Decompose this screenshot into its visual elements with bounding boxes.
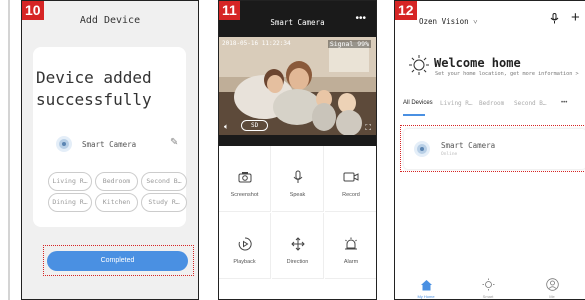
control-label: Alarm <box>343 259 359 265</box>
room-chip-living[interactable]: Living R… <box>48 172 92 191</box>
alarm-icon <box>325 237 376 256</box>
nav-label: My Home <box>417 294 435 299</box>
device-name: Smart Camera <box>82 140 137 149</box>
tab-second-bedroom[interactable]: Second B… <box>514 100 547 107</box>
room-chip-bedroom[interactable]: Bedroom <box>95 172 138 191</box>
video-timestamp: 2018-05-16 11:22:34 <box>222 40 291 47</box>
step-badge: 11 <box>219 1 240 20</box>
control-label: Record <box>342 192 360 198</box>
speaker-icon[interactable]: 🔈︎ <box>224 122 229 132</box>
home-devices-screen: 12 Ozen Vision ˅ + Welcome home Set your… <box>394 0 585 300</box>
profile-icon <box>545 278 559 295</box>
home-name: Ozen Vision <box>419 17 469 26</box>
control-label: Screenshot <box>230 192 259 198</box>
page-title: Smart Camera <box>270 18 325 27</box>
nav-label: Smart <box>482 294 494 299</box>
location-prompt-link[interactable]: Set your home location, get more informa… <box>435 71 579 77</box>
fullscreen-icon[interactable]: ⛶ <box>365 123 371 133</box>
control-label: Playback <box>233 259 256 265</box>
tab-all-devices[interactable]: All Devices <box>403 100 433 106</box>
live-video-feed[interactable]: 2018-05-16 11:22:34 Signal 99% 🔈︎ SD ⛶ <box>219 37 376 135</box>
direction-icon <box>272 237 323 256</box>
tab-living-room[interactable]: Living R… <box>440 100 473 107</box>
video-record-icon <box>325 170 376 188</box>
home-icon <box>420 278 433 295</box>
tabs-more-icon[interactable]: ••• <box>561 100 567 106</box>
video-controls: 🔈︎ SD ⛶ <box>219 117 376 135</box>
control-playback[interactable]: Playback <box>219 213 271 279</box>
control-record[interactable]: Record <box>325 146 376 212</box>
control-alarm[interactable]: Alarm <box>325 213 376 279</box>
weather-sun-icon <box>408 54 430 81</box>
home-selector[interactable]: Ozen Vision ˅ <box>419 17 477 26</box>
add-device-icon[interactable]: + <box>571 9 580 26</box>
microphone-icon <box>272 170 323 189</box>
highlight-box <box>400 125 585 172</box>
camera-icon <box>219 170 270 188</box>
control-screenshot[interactable]: Screenshot <box>219 146 271 212</box>
left-margin-rule <box>8 0 10 300</box>
page-title: Add Device <box>79 15 141 26</box>
room-chip-study[interactable]: Study R… <box>141 193 187 212</box>
room-chip-dining[interactable]: Dining R… <box>48 193 92 212</box>
active-tab-indicator <box>403 114 425 116</box>
control-direction[interactable]: Direction <box>272 213 324 279</box>
control-label: Speak <box>289 192 306 198</box>
control-speak[interactable]: Speak <box>272 146 324 212</box>
microphone-icon[interactable] <box>550 13 559 27</box>
camera-device-icon <box>56 136 72 152</box>
welcome-title: Welcome home <box>434 56 521 70</box>
control-label: Direction <box>286 259 309 265</box>
signal-indicator: Signal 99% <box>327 40 371 48</box>
chevron-down-icon: ˅ <box>473 17 478 26</box>
step-badge: 12 <box>395 1 417 20</box>
more-menu-icon[interactable]: ••• <box>355 13 366 24</box>
add-device-screen: 10 Add Device Device added successfully … <box>21 0 199 300</box>
room-chip-kitchen[interactable]: Kitchen <box>95 193 138 212</box>
smart-sun-icon <box>482 278 495 295</box>
control-grid: Screenshot Speak Record Playback Directi… <box>219 146 376 299</box>
edit-pencil-icon[interactable]: ✎ <box>170 137 178 148</box>
playback-icon <box>219 237 270 256</box>
quality-toggle[interactable]: SD <box>241 120 269 131</box>
room-chip-second-bedroom[interactable]: Second B… <box>141 172 187 191</box>
step-badge: 10 <box>22 1 44 20</box>
camera-live-screen: 11 Smart Camera ••• 2018-05-16 11:22:34 … <box>218 0 377 300</box>
nav-label: Me <box>549 294 555 299</box>
success-heading: Device added successfully <box>36 68 152 109</box>
highlight-box <box>43 245 194 276</box>
tab-bedroom[interactable]: Bedroom <box>479 100 504 107</box>
